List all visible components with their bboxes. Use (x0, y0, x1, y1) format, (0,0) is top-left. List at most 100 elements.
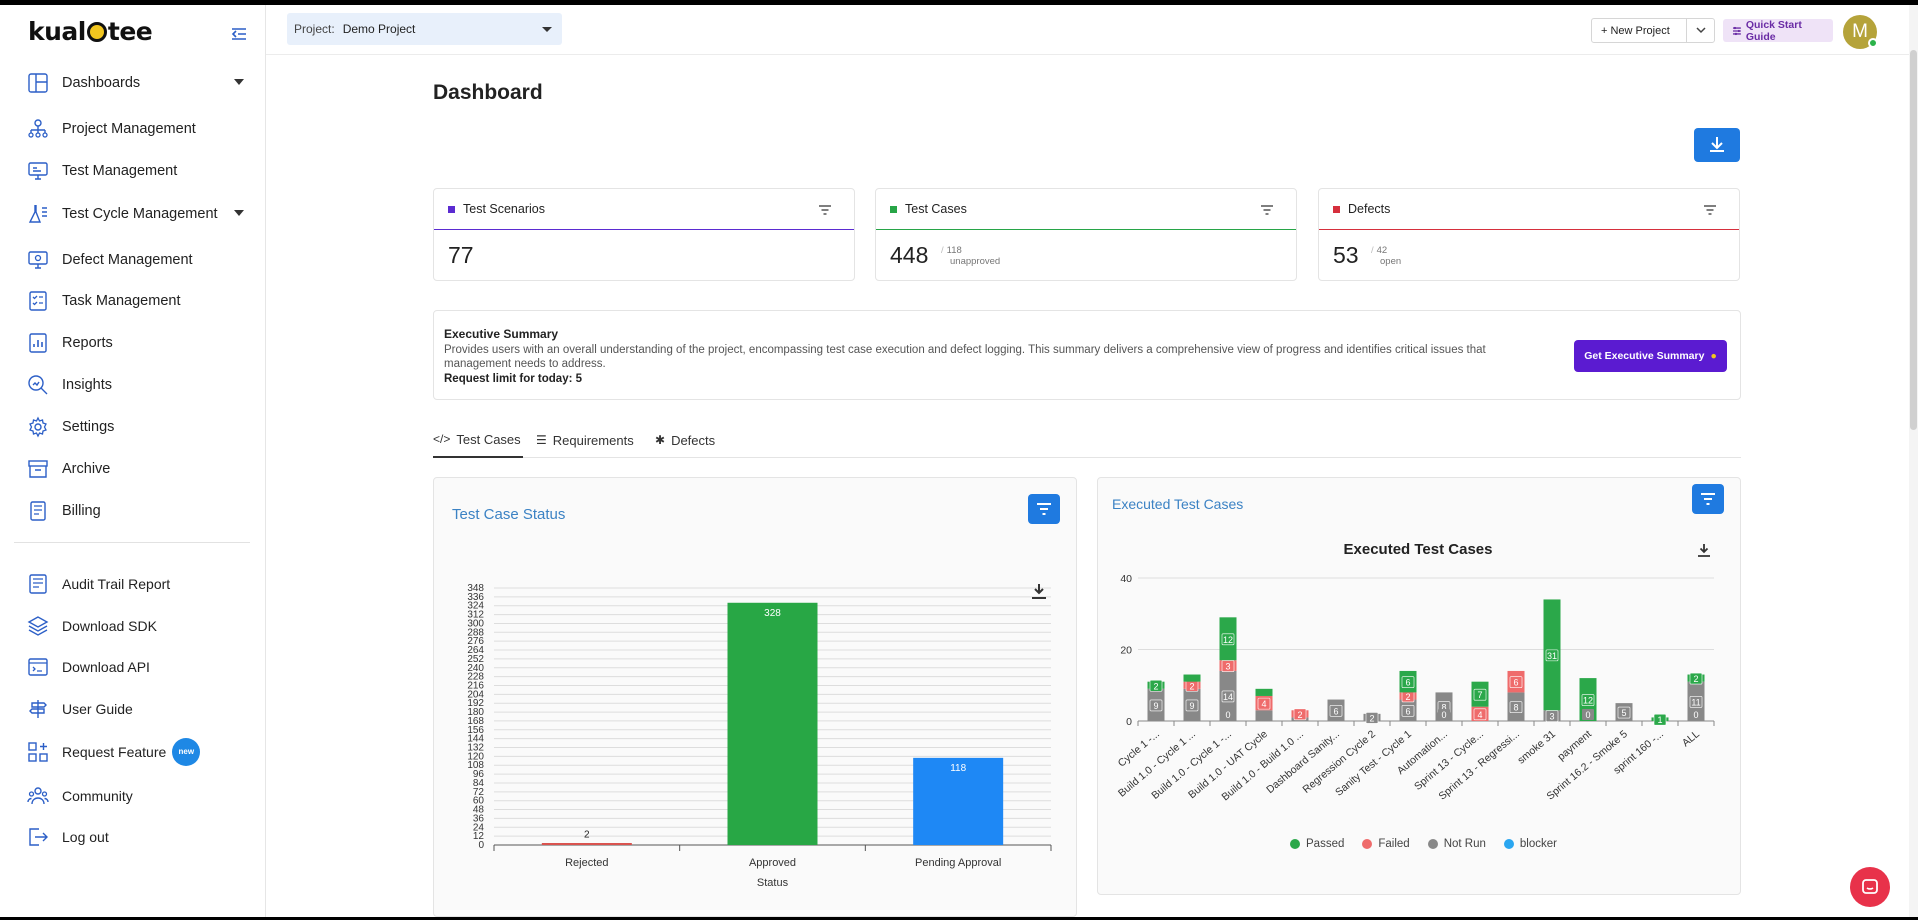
chart-download-icon[interactable] (1698, 544, 1710, 557)
sidebar-item-test-management[interactable]: Test Management (26, 154, 248, 188)
segment-value-label: 2 (1153, 681, 1158, 691)
bee-logo-icon (86, 22, 107, 42)
sidebar-item-dashboards[interactable]: Dashboards (26, 66, 248, 100)
legend-label: Passed (1306, 838, 1345, 850)
legend-item-failed[interactable]: Failed (1362, 838, 1410, 850)
quick-start-guide-button[interactable]: Quick Start Guide (1723, 19, 1833, 43)
filter-button[interactable] (1703, 203, 1717, 221)
main-content: Dashboard Test Scenarios 77 Test Cases 448/… (266, 55, 1918, 917)
segment-value-label: 2 (1297, 710, 1302, 720)
sidebar-item-download-sdk[interactable]: Download SDK (26, 609, 248, 643)
segment-value-label: 11 (1691, 697, 1700, 707)
zero-value-label: 0 (1441, 710, 1446, 720)
sidebar-item-user-guide[interactable]: User Guide (26, 692, 248, 726)
bug-monitor-icon (28, 251, 48, 269)
sidebar-item-reports[interactable]: Reports (26, 326, 248, 360)
executive-summary-panel: Executive Summary Provides users with an… (433, 310, 1741, 400)
magnifier-chart-icon (28, 375, 48, 395)
archive-icon (28, 460, 48, 478)
sidebar-item-label: Test Cycle Management (62, 206, 218, 222)
chat-support-button[interactable] (1850, 867, 1890, 907)
sidebar-icon-wrap (26, 655, 50, 679)
stat-card-test-scenarios: Test Scenarios 77 (433, 188, 855, 281)
project-selector[interactable]: Project: Demo Project (287, 13, 562, 45)
kualitee-logo[interactable]: kual tee (28, 17, 153, 46)
sidebar-item-billing[interactable]: Billing (26, 494, 248, 528)
legend-item-not-run[interactable]: Not Run (1427, 838, 1486, 850)
legend-label: Failed (1378, 838, 1410, 850)
collapse-sidebar-button[interactable] (228, 23, 250, 45)
bar-rejected[interactable] (541, 843, 632, 845)
segment-value-label: 7 (1477, 690, 1482, 700)
sidebar-item-log-out[interactable]: Log out (26, 820, 248, 854)
sidebar-icon-wrap (26, 289, 50, 313)
tab-defects[interactable]: ✱ Defects (655, 422, 715, 458)
stat-card-sub-label: unapproved (950, 256, 1001, 267)
y-tick-label: 0 (1126, 716, 1132, 728)
org-chart-icon (28, 119, 48, 138)
sidebar-item-label: Log out (62, 829, 109, 845)
new-project-dropdown-button[interactable] (1686, 18, 1715, 43)
sidebar-icon-wrap (26, 457, 50, 481)
stat-card-value: 77 (448, 242, 474, 268)
sidebar-item-project-management[interactable]: Project Management (26, 112, 248, 146)
sidebar-item-defect-management[interactable]: Defect Management (26, 243, 248, 277)
y-tick-label: 40 (1120, 573, 1132, 585)
sidebar-icon-wrap (26, 117, 50, 141)
sidebar-item-label: Insights (62, 377, 112, 393)
chevron-down-icon (542, 27, 552, 32)
sidebar-icon-wrap (26, 71, 50, 95)
legend-item-blocker[interactable]: blocker (1503, 838, 1557, 850)
stat-card-header: Test Scenarios (434, 189, 854, 229)
gear-icon (29, 416, 47, 438)
chart-download-icon[interactable] (1032, 584, 1046, 599)
sidebar-item-audit-trail-report[interactable]: Audit Trail Report (26, 567, 248, 601)
avatar-initial: M (1852, 21, 1868, 42)
sidebar-item-task-management[interactable]: Task Management (26, 284, 248, 318)
page-scrollbar[interactable] (1909, 5, 1918, 917)
new-project-button[interactable]: + New Project (1591, 18, 1687, 43)
segment-value-label: 9 (1153, 701, 1158, 711)
y-tick-label: 20 (1120, 645, 1132, 657)
filter-button[interactable] (818, 203, 832, 221)
sidebar-item-settings[interactable]: Settings (26, 410, 248, 444)
scrollbar-thumb[interactable] (1910, 50, 1917, 430)
sidebar-icon-wrap (26, 159, 50, 183)
segment-value-label: 3 (1225, 662, 1230, 672)
get-executive-summary-button[interactable]: Get Executive Summary ● (1574, 340, 1727, 372)
bar-segment-passed[interactable] (1255, 688, 1273, 696)
sidebar-icon-wrap (26, 373, 50, 397)
tab-requirements[interactable]: ☰ Requirements (536, 422, 634, 458)
sidebar-item-label: Download API (62, 659, 150, 675)
sidebar-item-archive[interactable]: Archive (26, 452, 248, 486)
legend-swatch (1427, 839, 1438, 849)
bar-segment-not-run[interactable] (1255, 710, 1273, 721)
list-icon: ☰ (536, 433, 547, 447)
tab-test-cases[interactable]: </> Test Cases (433, 422, 523, 458)
segment-value-label: 6 (1405, 678, 1410, 688)
stat-card-accent-line (434, 229, 854, 230)
sidebar-item-community[interactable]: Community (26, 779, 248, 813)
sidebar-icon-wrap (26, 499, 50, 523)
download-dashboard-button[interactable] (1694, 128, 1740, 162)
sidebar-item-download-api[interactable]: Download API (26, 650, 248, 684)
sidebar-item-label: Dashboards (62, 75, 141, 91)
sidebar-item-insights[interactable]: Insights (26, 368, 248, 402)
stat-card-defects: Defects 53/42 open (1318, 188, 1740, 281)
bar-value-label: 2 (584, 830, 590, 841)
sidebar-item-request-feature[interactable]: Request Feature new (26, 735, 248, 769)
segment-value-label: 1 (1657, 715, 1662, 725)
sidebar-icon-wrap (26, 572, 50, 596)
legend-swatch (1290, 839, 1300, 849)
chevron-down-icon (234, 210, 244, 216)
sidebar-icon-wrap (26, 825, 50, 849)
sidebar-item-test-cycle-management[interactable]: Test Cycle Management (26, 197, 248, 231)
segment-value-label: 14 (1223, 692, 1233, 702)
top-bar: Project: Demo Project + New Project Quic… (266, 5, 1918, 55)
filter-button[interactable] (1260, 203, 1274, 221)
bar-segment-passed[interactable] (1183, 674, 1201, 682)
bar-approved[interactable] (727, 602, 818, 845)
legend-item-passed[interactable]: Passed (1290, 838, 1344, 850)
user-avatar[interactable]: M (1843, 15, 1878, 49)
sidebar-icon-wrap (26, 202, 50, 226)
